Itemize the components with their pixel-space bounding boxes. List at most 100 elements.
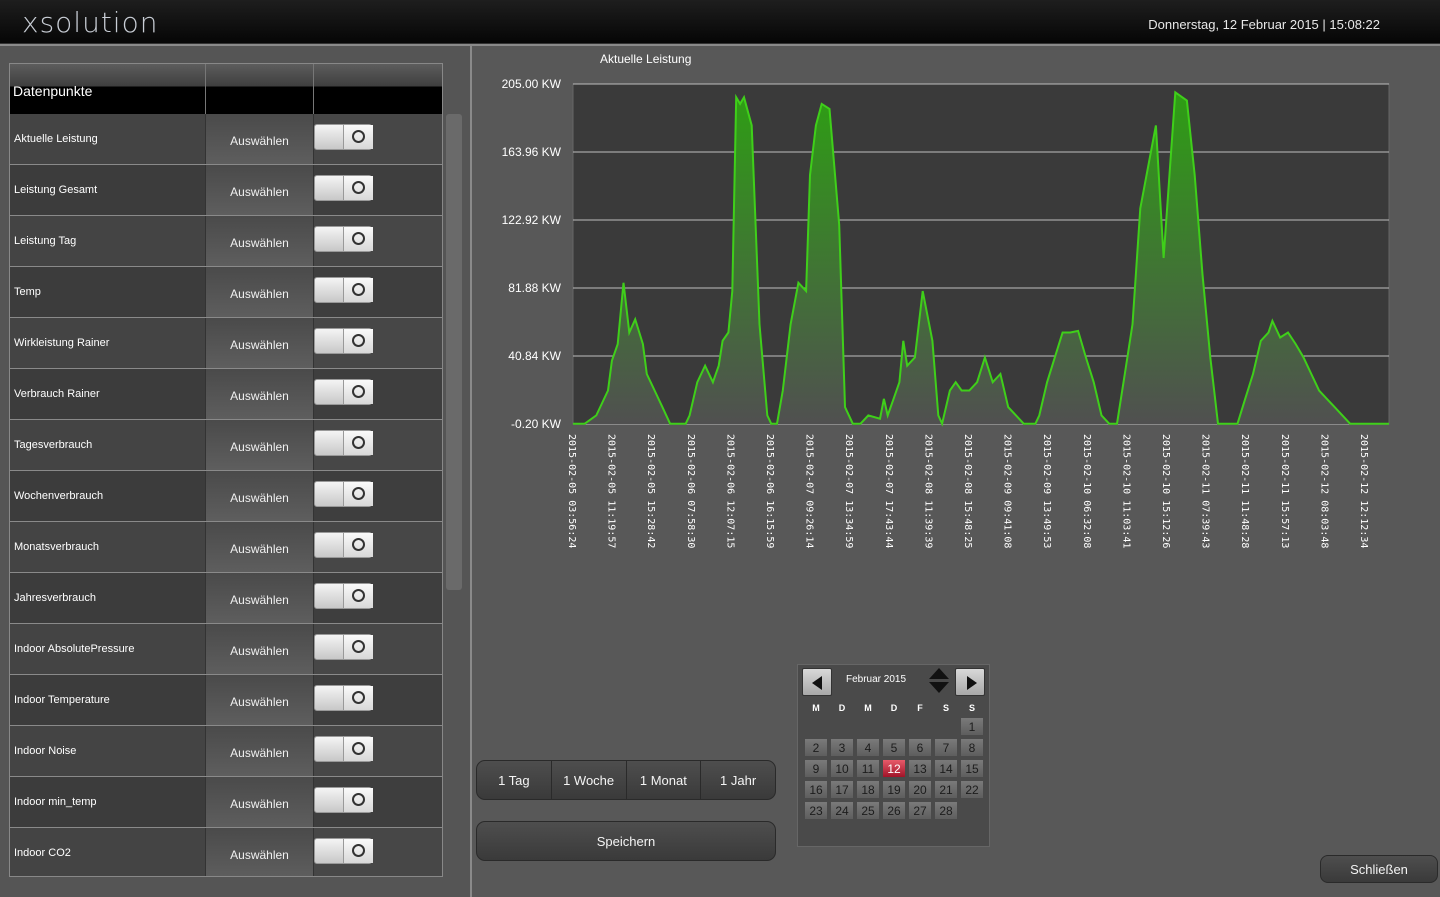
datapoint-label: Temp: [10, 267, 206, 317]
calendar-day[interactable]: 16: [804, 780, 828, 799]
select-button[interactable]: Auswählen: [206, 318, 314, 368]
datapoint-toggle[interactable]: [314, 838, 373, 864]
calendar-day[interactable]: 20: [908, 780, 932, 799]
select-button[interactable]: Auswählen: [206, 624, 314, 674]
calendar-year-stepper[interactable]: [928, 668, 950, 694]
calendar-day[interactable]: 10: [830, 759, 854, 778]
select-button[interactable]: Auswählen: [206, 471, 314, 521]
select-button[interactable]: Auswählen: [206, 777, 314, 827]
select-button[interactable]: Auswählen: [206, 369, 314, 419]
calendar-day[interactable]: 21: [934, 780, 958, 799]
calendar-day[interactable]: 5: [882, 738, 906, 757]
x-tick-label: 2015-02-09 13:49:53: [1041, 434, 1052, 548]
calendar-next-button[interactable]: [955, 668, 985, 696]
calendar-day[interactable]: 22: [960, 780, 984, 799]
range-button-year[interactable]: 1 Jahr: [701, 761, 775, 799]
toggle-knob[interactable]: [343, 686, 373, 710]
datapoint-label: Leistung Tag: [10, 216, 206, 266]
select-button[interactable]: Auswählen: [206, 675, 314, 725]
toggle-knob[interactable]: [343, 635, 373, 659]
select-button[interactable]: Auswählen: [206, 216, 314, 266]
datapoint-toggle[interactable]: [314, 124, 373, 150]
datapoint-toggle[interactable]: [314, 430, 373, 456]
calendar-day[interactable]: 2: [804, 738, 828, 757]
arrow-up-icon[interactable]: [929, 668, 949, 679]
toggle-knob[interactable]: [343, 176, 373, 200]
datapoint-toggle[interactable]: [314, 532, 373, 558]
calendar-day[interactable]: 25: [856, 801, 880, 820]
x-tick-label: 2015-02-10 06:32:08: [1081, 434, 1092, 548]
circle-icon: [352, 283, 365, 296]
toggle-knob[interactable]: [343, 482, 373, 506]
toggle-knob[interactable]: [343, 278, 373, 302]
toggle-knob[interactable]: [343, 431, 373, 455]
calendar-day[interactable]: 23: [804, 801, 828, 820]
datapoints-title: Datenpunkte: [13, 83, 93, 99]
toggle-cell: [314, 777, 442, 827]
range-button-day[interactable]: 1 Tag: [477, 761, 552, 799]
toggle-knob[interactable]: [343, 533, 373, 557]
toggle-knob[interactable]: [343, 839, 373, 863]
arrow-down-icon[interactable]: [929, 682, 949, 693]
calendar-day[interactable]: 18: [856, 780, 880, 799]
close-button[interactable]: Schließen: [1320, 855, 1438, 883]
select-button[interactable]: Auswählen: [206, 828, 314, 876]
datapoint-toggle[interactable]: [314, 583, 373, 609]
x-axis-ticks: 2015-02-05 03:56:24 2015-02-05 11:19:57 20…: [566, 434, 1369, 548]
range-button-week[interactable]: 1 Woche: [552, 761, 627, 799]
date-picker: Februar 2015 M D M D F S S 1 2 3 4 5 6 7 8 9 10 11 12 13 14 1…: [797, 664, 990, 847]
select-button[interactable]: Auswählen: [206, 522, 314, 572]
circle-icon: [352, 538, 365, 551]
calendar-day-today[interactable]: 12: [882, 759, 906, 778]
calendar-month-label: Februar 2015: [846, 674, 907, 685]
select-button[interactable]: Auswählen: [206, 573, 314, 623]
calendar-day[interactable]: 15: [960, 759, 984, 778]
datapoints-scrollbar[interactable]: [446, 114, 462, 590]
datapoint-toggle[interactable]: [314, 685, 373, 711]
calendar-day[interactable]: 28: [934, 801, 958, 820]
calendar-day[interactable]: 26: [882, 801, 906, 820]
calendar-day[interactable]: 17: [830, 780, 854, 799]
datapoint-toggle[interactable]: [314, 379, 373, 405]
calendar-day[interactable]: 11: [856, 759, 880, 778]
datapoint-toggle[interactable]: [314, 787, 373, 813]
save-button[interactable]: Speichern: [476, 821, 776, 861]
toggle-knob[interactable]: [343, 125, 373, 149]
select-button[interactable]: Auswählen: [206, 114, 314, 164]
select-button[interactable]: Auswählen: [206, 267, 314, 317]
datapoint-toggle[interactable]: [314, 736, 373, 762]
calendar-day[interactable]: 1: [960, 717, 984, 736]
select-button[interactable]: Auswählen: [206, 726, 314, 776]
calendar-prev-button[interactable]: [802, 668, 832, 696]
datapoints-table-header: Datenpunkte: [10, 64, 442, 114]
calendar-day[interactable]: 14: [934, 759, 958, 778]
calendar-day[interactable]: 6: [908, 738, 932, 757]
toggle-knob[interactable]: [343, 380, 373, 404]
calendar-day[interactable]: 3: [830, 738, 854, 757]
calendar-day[interactable]: 24: [830, 801, 854, 820]
datapoint-row: Temp Auswählen: [10, 267, 442, 318]
datapoint-toggle[interactable]: [314, 634, 373, 660]
datapoint-toggle[interactable]: [314, 226, 373, 252]
toggle-knob[interactable]: [343, 584, 373, 608]
circle-icon: [352, 589, 365, 602]
circle-icon: [352, 487, 365, 500]
calendar-day[interactable]: 8: [960, 738, 984, 757]
calendar-day[interactable]: 7: [934, 738, 958, 757]
datapoint-toggle[interactable]: [314, 328, 373, 354]
datapoint-toggle[interactable]: [314, 481, 373, 507]
calendar-day[interactable]: 4: [856, 738, 880, 757]
select-button[interactable]: Auswählen: [206, 165, 314, 215]
calendar-day[interactable]: 27: [908, 801, 932, 820]
calendar-day[interactable]: 13: [908, 759, 932, 778]
toggle-knob[interactable]: [343, 227, 373, 251]
toggle-knob[interactable]: [343, 737, 373, 761]
datapoint-toggle[interactable]: [314, 175, 373, 201]
calendar-day[interactable]: 9: [804, 759, 828, 778]
calendar-day[interactable]: 19: [882, 780, 906, 799]
range-button-month[interactable]: 1 Monat: [627, 761, 702, 799]
toggle-knob[interactable]: [343, 788, 373, 812]
select-button[interactable]: Auswählen: [206, 420, 314, 470]
toggle-knob[interactable]: [343, 329, 373, 353]
datapoint-toggle[interactable]: [314, 277, 373, 303]
